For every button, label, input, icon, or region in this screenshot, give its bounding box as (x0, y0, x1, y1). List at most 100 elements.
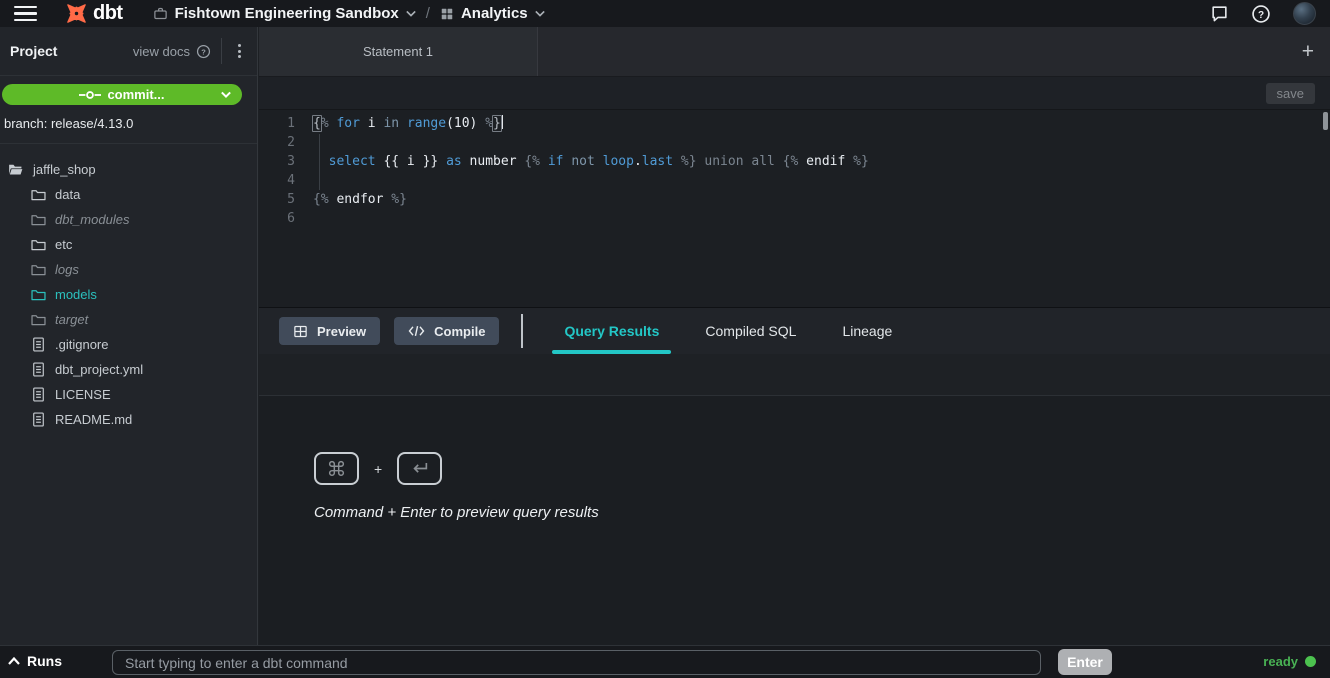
results-toolbar: Preview Compile Query ResultsCompiled SQ… (259, 308, 1330, 354)
code-editor[interactable]: 123456 {% for i in range(10) %} select {… (259, 110, 1330, 308)
tree-item-license[interactable]: LICENSE (0, 382, 257, 407)
main-panel: Statement 1 + save 123456 {% for i in ra… (259, 27, 1330, 645)
git-commit-icon (79, 90, 101, 100)
tree-item-label: data (55, 187, 80, 202)
tree-item-label: dbt_modules (55, 212, 129, 227)
table-icon (293, 324, 308, 339)
line-number: 1 (259, 114, 295, 133)
tree-item-target[interactable]: target (0, 307, 257, 332)
line-number: 6 (259, 209, 295, 228)
project-switcher[interactable]: Analytics (440, 5, 545, 22)
code-area[interactable]: {% for i in range(10) %} select {{ i }} … (305, 114, 1330, 307)
tree-item-logs[interactable]: logs (0, 257, 257, 282)
top-bar: dbt Fishtown Engineering Sandbox / Analy… (0, 0, 1330, 27)
help-icon[interactable]: ? (1251, 4, 1271, 24)
divider (221, 38, 222, 64)
code-line-4[interactable] (313, 171, 1330, 190)
results-tabs: Query ResultsCompiled SQLLineage (541, 308, 915, 354)
folder-icon (30, 313, 46, 326)
account-name: Fishtown Engineering Sandbox (175, 5, 399, 22)
status-indicator: ready (1263, 654, 1316, 669)
tree-item-etc[interactable]: etc (0, 232, 257, 257)
tab-lineage[interactable]: Lineage (819, 308, 915, 354)
code-line-2[interactable] (313, 133, 1330, 152)
view-docs-link[interactable]: view docs ? (133, 44, 211, 59)
preview-button[interactable]: Preview (279, 317, 380, 345)
code-line-1[interactable]: {% for i in range(10) %} (313, 114, 1330, 133)
folder-icon (30, 188, 46, 201)
project-sidebar: Project view docs ? commit... branch: re… (0, 27, 258, 645)
file-icon (30, 337, 46, 352)
new-tab-button[interactable]: + (1292, 27, 1324, 76)
tab-query-results[interactable]: Query Results (541, 308, 682, 354)
chevron-down-icon (406, 10, 416, 17)
tree-item-jaffle-shop[interactable]: jaffle_shop (0, 157, 257, 182)
svg-text:?: ? (201, 47, 206, 56)
sidebar-title: Project (10, 43, 57, 59)
svg-text:?: ? (1258, 9, 1264, 20)
indent-guide (319, 134, 320, 190)
editor-toolbar: save (259, 77, 1330, 110)
chevron-down-icon[interactable] (221, 91, 231, 98)
dbt-logo-text: dbt (93, 2, 123, 25)
commit-button-label: commit... (107, 87, 164, 102)
line-number: 4 (259, 171, 295, 190)
commit-button[interactable]: commit... (2, 84, 242, 105)
tab-statement-1[interactable]: Statement 1 (259, 27, 538, 76)
dbt-command-input[interactable] (112, 650, 1041, 675)
code-line-6[interactable] (313, 209, 1330, 228)
runs-toggle[interactable]: Runs (8, 653, 62, 669)
tree-item-readme-md[interactable]: README.md (0, 407, 257, 432)
project-name: Analytics (461, 5, 528, 22)
enter-button[interactable]: Enter (1058, 649, 1112, 675)
folder-icon (30, 238, 46, 251)
editor-scrollbar[interactable] (1323, 112, 1328, 130)
tree-item-label: README.md (55, 412, 132, 427)
tab-label: Statement 1 (363, 44, 433, 59)
chat-icon[interactable] (1210, 4, 1229, 23)
enter-key-icon (397, 452, 442, 485)
tree-item-label: LICENSE (55, 387, 111, 402)
tree-item-label: dbt_project.yml (55, 362, 143, 377)
code-line-5[interactable]: {% endfor %} (313, 190, 1330, 209)
line-number: 5 (259, 190, 295, 209)
text-cursor (502, 115, 504, 129)
tree-item-label: jaffle_shop (33, 162, 96, 177)
grid-icon (440, 7, 454, 21)
results-body: ⌘ + Command + Enter to preview query res… (259, 396, 1330, 645)
folder-icon (30, 213, 46, 226)
compile-button-label: Compile (434, 324, 485, 339)
save-button[interactable]: save (1266, 83, 1315, 104)
dbt-logo[interactable]: dbt (65, 2, 123, 25)
account-switcher[interactable]: Fishtown Engineering Sandbox (153, 5, 416, 22)
user-avatar[interactable] (1293, 2, 1316, 25)
file-icon (30, 412, 46, 427)
runs-label: Runs (27, 653, 62, 669)
view-docs-label: view docs (133, 44, 190, 59)
hamburger-menu-icon[interactable] (14, 6, 37, 22)
compile-button[interactable]: Compile (394, 317, 499, 345)
shortcut-keys: ⌘ + (314, 452, 1330, 485)
file-icon (30, 387, 46, 402)
kebab-menu-icon[interactable] (232, 40, 247, 62)
tree-item-label: logs (55, 262, 79, 277)
shortcut-hint-text: Command + Enter to preview query results (314, 504, 1330, 521)
chevron-down-icon (535, 10, 545, 17)
tree-item-models[interactable]: models (0, 282, 257, 307)
divider (521, 314, 523, 348)
breadcrumb-separator: / (426, 5, 430, 22)
tree-item-dbt-modules[interactable]: dbt_modules (0, 207, 257, 232)
tree-item-dbt-project-yml[interactable]: dbt_project.yml (0, 357, 257, 382)
bottom-bar: Runs Enter ready (0, 645, 1330, 678)
tree-item--gitignore[interactable]: .gitignore (0, 332, 257, 357)
folder-icon (30, 288, 46, 301)
tree-item-data[interactable]: data (0, 182, 257, 207)
tab-compiled-sql[interactable]: Compiled SQL (682, 308, 819, 354)
chevron-up-icon (8, 657, 20, 665)
folder-icon (30, 263, 46, 276)
command-key-icon: ⌘ (314, 452, 359, 485)
code-line-3[interactable]: select {{ i }} as number {% if not loop.… (313, 152, 1330, 171)
line-number: 2 (259, 133, 295, 152)
tree-item-label: models (55, 287, 97, 302)
preview-button-label: Preview (317, 324, 366, 339)
